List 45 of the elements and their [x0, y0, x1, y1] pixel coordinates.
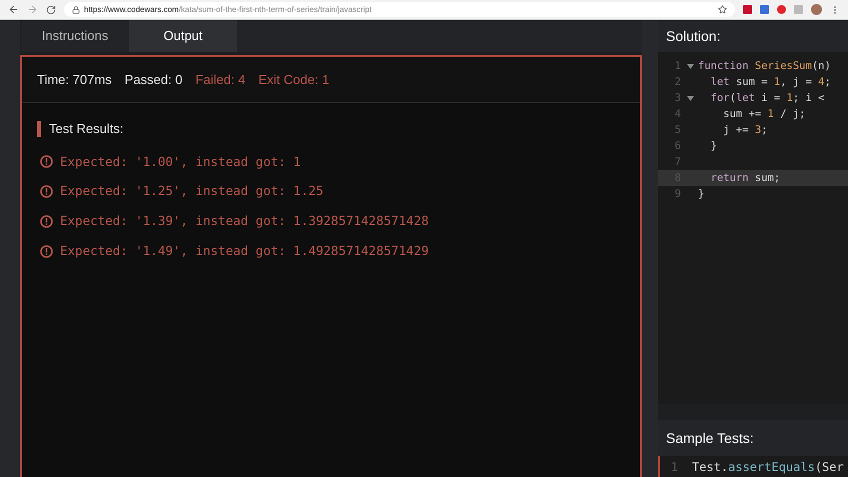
line-number: 2: [674, 75, 682, 90]
line-number: 1: [670, 459, 679, 476]
error-icon: [40, 155, 53, 168]
back-icon[interactable]: [8, 4, 19, 15]
error-icon: [40, 214, 53, 228]
bookmark-star-icon[interactable]: [718, 5, 727, 14]
code-line: Test.assertEquals(Ser: [691, 459, 844, 476]
address-bar[interactable]: https://www.codewars.com/kata/sum-of-the-first-nth-term-of-series/train/javascript: [64, 2, 735, 17]
solution-title: Solution:: [666, 26, 720, 46]
test-result-text: Expected: '1.49', instead got: 1.4928571428571429: [60, 242, 429, 260]
results-title: Test Results:: [49, 120, 124, 138]
reload-icon[interactable]: [46, 4, 56, 14]
lock-icon: [72, 6, 80, 14]
avatar-icon[interactable]: [811, 4, 822, 15]
code-line: for(let i = 1; i <: [710, 91, 824, 106]
fold-caret-icon[interactable]: [686, 96, 694, 100]
line-number: 1: [674, 59, 682, 74]
line-number: 7: [674, 155, 682, 170]
line-number: 5: [674, 123, 682, 138]
code-line: }: [710, 139, 717, 154]
line-number: 9: [674, 187, 682, 202]
stat-text: Time: 707ms: [37, 70, 112, 89]
code-line: return sum;: [710, 171, 780, 186]
test-result-text: Expected: '1.00', instead got: 1: [60, 152, 301, 171]
section-marker: [37, 120, 41, 137]
line-number: 4: [674, 107, 682, 122]
line-number: 3: [674, 91, 682, 106]
fold-caret-icon[interactable]: [686, 64, 694, 68]
test-result-text: Expected: '1.39', instead got: 1.3928571428571428: [60, 212, 429, 230]
stat-text: Failed: 4: [195, 70, 246, 89]
error-icon: [40, 185, 53, 198]
sample-tests-title: Sample Tests:: [666, 428, 754, 448]
code-line: sum += 1 / j;: [722, 107, 806, 122]
code-line: }: [698, 187, 704, 202]
test-result-text: Expected: '1.25', instead got: 1.25: [60, 182, 324, 200]
tab[interactable]: Output: [129, 20, 237, 52]
url-text: https://www.codewars.com/kata/sum-of-the-first-nth-term-of-series/train/javascript: [84, 4, 372, 16]
error-icon: [40, 244, 53, 258]
code-line: let sum = 1, j = 4;: [710, 75, 831, 90]
code-line: j += 3;: [722, 123, 768, 138]
code-line: function SeriesSum(n): [698, 59, 831, 74]
stat-text: Exit Code: 1: [258, 70, 330, 89]
stat-text: Passed: 0: [124, 70, 182, 89]
line-number: 6: [674, 139, 682, 154]
tab[interactable]: Instructions: [21, 20, 129, 52]
